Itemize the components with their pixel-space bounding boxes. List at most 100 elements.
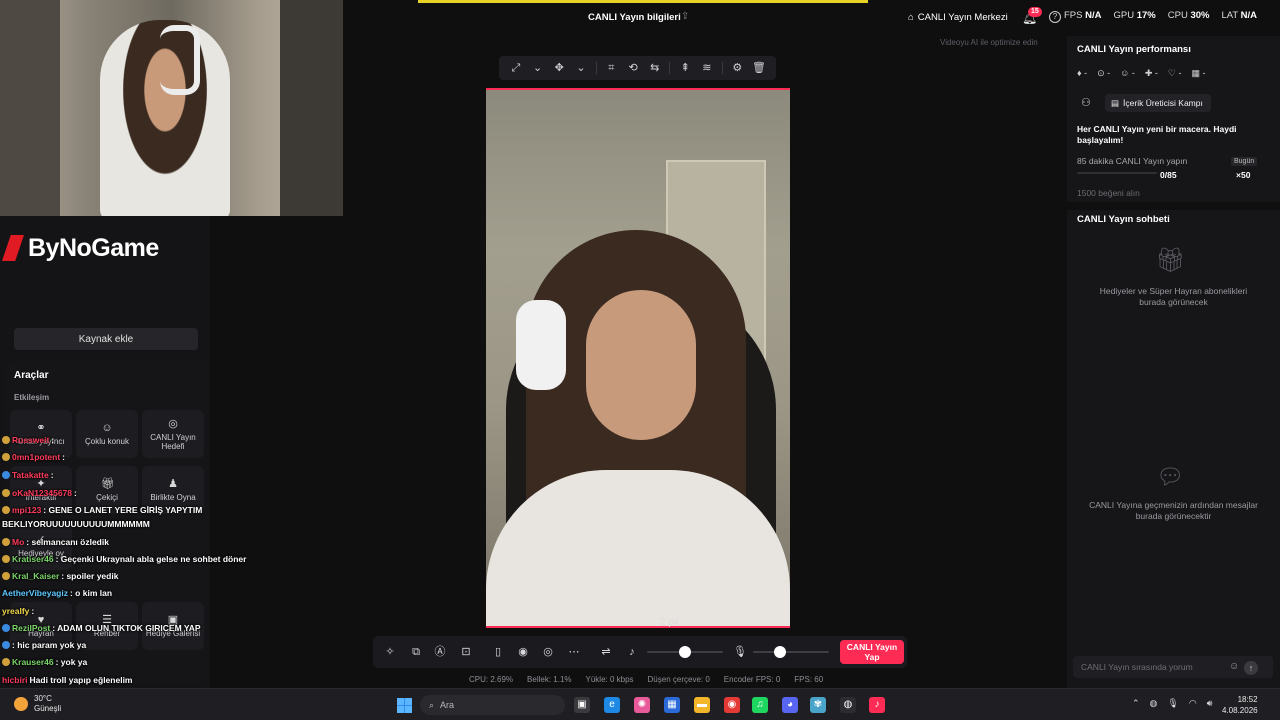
- chevron-down-icon[interactable]: ⌄: [531, 61, 545, 75]
- start-button[interactable]: [397, 698, 412, 713]
- coin-icon[interactable]: ⊙ -: [1097, 68, 1110, 79]
- app-icon[interactable]: ✾: [810, 697, 826, 713]
- send-icon[interactable]: ↑: [1244, 661, 1258, 675]
- chat-text: : selmancanı özledik: [26, 537, 109, 547]
- bring-forward-icon[interactable]: ⇞: [678, 61, 692, 75]
- stat-value: 30%: [1190, 10, 1210, 21]
- divider: [669, 62, 671, 74]
- campaign-button[interactable]: ▤ İçerik Üreticisi Kampı: [1105, 94, 1211, 112]
- rotate-icon[interactable]: ⟲: [626, 61, 640, 75]
- chat-user: yrealfy: [2, 606, 30, 616]
- divider: [1067, 202, 1280, 210]
- time: 18:52: [1237, 695, 1258, 704]
- flip-icon[interactable]: ⇆: [648, 61, 662, 75]
- chat-text: : hic param yok ya: [12, 640, 87, 650]
- mic-tray-icon[interactable]: 🎙︎: [1167, 698, 1178, 709]
- ai-icon[interactable]: Ⓐ: [433, 645, 447, 659]
- phone-icon[interactable]: ▯: [491, 645, 505, 659]
- tiktok-live-icon[interactable]: ♪: [869, 697, 885, 713]
- user-icon[interactable]: ⚇: [1081, 96, 1091, 109]
- go-live-button[interactable]: CANLI Yayın Yap: [840, 640, 904, 664]
- stat-value: N/A: [1085, 10, 1102, 21]
- weather-widget[interactable]: 30°C Güneşli: [14, 694, 61, 714]
- obs-icon[interactable]: ◍: [840, 697, 856, 713]
- clock[interactable]: 18:52 4.08.2026: [1222, 694, 1258, 716]
- app-tray-icon[interactable]: ◍: [1150, 698, 1158, 709]
- campaign-label: İçerik Üreticisi Kampı: [1123, 98, 1203, 108]
- mixer-icon[interactable]: ⇌: [599, 645, 613, 659]
- spotify-icon[interactable]: ♫: [752, 697, 768, 713]
- stream-preview[interactable]: [486, 88, 790, 628]
- magic-icon[interactable]: ✧: [383, 645, 397, 659]
- emoji-icon[interactable]: ☺: [1229, 661, 1239, 672]
- camera-icon[interactable]: ◎: [541, 645, 555, 659]
- chevron-down-icon[interactable]: ⌄: [574, 61, 588, 75]
- settings-icon[interactable]: ⚙: [730, 61, 744, 75]
- trash-icon[interactable]: 🗑︎: [752, 61, 766, 75]
- copilot-icon[interactable]: ✺: [634, 697, 650, 713]
- chat-text: : spoiler yedik: [61, 571, 119, 581]
- stat-label: LAT: [1221, 10, 1239, 21]
- gift-box-icon[interactable]: ▦ -: [1191, 68, 1205, 79]
- help-icon[interactable]: ?: [1049, 11, 1061, 23]
- task-view-icon[interactable]: ▣: [574, 697, 590, 713]
- optimize-hint[interactable]: Videoyu AI ile optimize edin: [940, 38, 1038, 47]
- add-source-button[interactable]: Kaynak ekle: [14, 328, 198, 350]
- share-icon[interactable]: ⇪: [681, 11, 689, 22]
- chat-text: : GENE O LANET YERE GİRİŞ YAPYTIM: [43, 505, 203, 515]
- followers-icon[interactable]: ✚ -: [1145, 68, 1158, 79]
- wifi-icon[interactable]: ◠: [1189, 698, 1197, 709]
- record-icon[interactable]: ◉: [516, 645, 530, 659]
- app-root: ByNoGame Kaynak ekle Araçlar Etkileşim ⚭…: [0, 0, 1280, 720]
- live-info-title[interactable]: CANLI Yayın bilgileri: [588, 12, 681, 23]
- chat-placeholder-icon: 💬︎: [1156, 464, 1184, 489]
- mic-icon[interactable]: 🎙︎: [733, 645, 747, 659]
- discord-icon[interactable]: ◕: [782, 697, 798, 713]
- tile-co-host[interactable]: ⚭ Ortak yayıncı: [10, 410, 72, 458]
- sun-icon: [14, 697, 28, 711]
- edge-icon[interactable]: e: [604, 697, 620, 713]
- tile-label: Çoklu konuk: [84, 437, 130, 446]
- crop-icon[interactable]: ⌗: [604, 61, 618, 75]
- tools-title: Araçlar: [14, 370, 49, 381]
- speaker-icon[interactable]: ♪: [625, 645, 639, 659]
- live-center-link[interactable]: ⌂ CANLI Yayın Merkezi: [908, 12, 1008, 23]
- chat-text: : Geçenki Ukraynalı abla gelse ne sohbet…: [55, 554, 247, 564]
- badge-icon: [2, 624, 10, 632]
- viewers-icon[interactable]: ☺ -: [1120, 68, 1135, 79]
- store-icon[interactable]: ▦: [664, 697, 680, 713]
- fit-icon[interactable]: ⤢: [509, 61, 523, 75]
- chrome-icon[interactable]: ◉: [724, 697, 740, 713]
- diamond-icon[interactable]: ♦ -: [1077, 68, 1087, 79]
- effects-icon[interactable]: ⧉: [409, 645, 423, 659]
- live-chat-title: CANLI Yayın sohbeti: [1077, 214, 1170, 225]
- heart-icon[interactable]: ♡ -: [1168, 68, 1182, 79]
- more-icon[interactable]: ⋯: [567, 645, 581, 659]
- volume-icon[interactable]: 🔊︎: [1207, 698, 1213, 709]
- taskbar-search[interactable]: ⌕ Ara: [420, 695, 565, 715]
- layers-icon[interactable]: ≋: [700, 61, 714, 75]
- system-tray: ⌃ ◍ 🎙︎ ◠ 🔊︎: [1132, 698, 1212, 709]
- chat-line: yrealfy:: [2, 606, 34, 616]
- mic-slider-knob[interactable]: [773, 646, 786, 658]
- folder-icon[interactable]: ▬: [694, 697, 710, 713]
- campaign-message: Her CANLI Yayın yeni bir macera. Haydi b…: [1077, 124, 1237, 145]
- comment-input[interactable]: CANLI Yayın sırasında yorum: [1073, 656, 1273, 678]
- tile-multi-guest[interactable]: ☺ Çoklu konuk: [76, 410, 138, 458]
- headphones: [160, 25, 200, 95]
- position-icon[interactable]: ✥: [552, 61, 566, 75]
- screen-icon[interactable]: ⊡: [459, 645, 473, 659]
- multi-guest-icon: ☺: [101, 422, 113, 434]
- tile-live-goal[interactable]: ◎ CANLI Yayın Hedefi: [142, 410, 204, 458]
- stat-value: 17%: [1136, 10, 1156, 21]
- performance-title: CANLI Yayın performansı: [1077, 44, 1191, 55]
- chat-text: : ADAM OLUN TIKTOK GIRICEM YAP: [52, 623, 201, 633]
- chevron-up-icon[interactable]: ⌃: [1132, 698, 1140, 709]
- brand-mark-icon: [2, 235, 24, 261]
- stats-readout: FPS N/A GPU 17% CPU 30% LAT N/A: [1064, 10, 1257, 21]
- chat-line: Russweit:: [2, 435, 54, 445]
- goal-progress: 0/85: [1160, 170, 1177, 180]
- performance-row: CPU: 2.69% Bellek: 1.1% Yükle: 0 kbps Dü…: [469, 675, 823, 684]
- mic-slider[interactable]: [753, 651, 829, 653]
- volume-slider-knob[interactable]: [679, 646, 691, 658]
